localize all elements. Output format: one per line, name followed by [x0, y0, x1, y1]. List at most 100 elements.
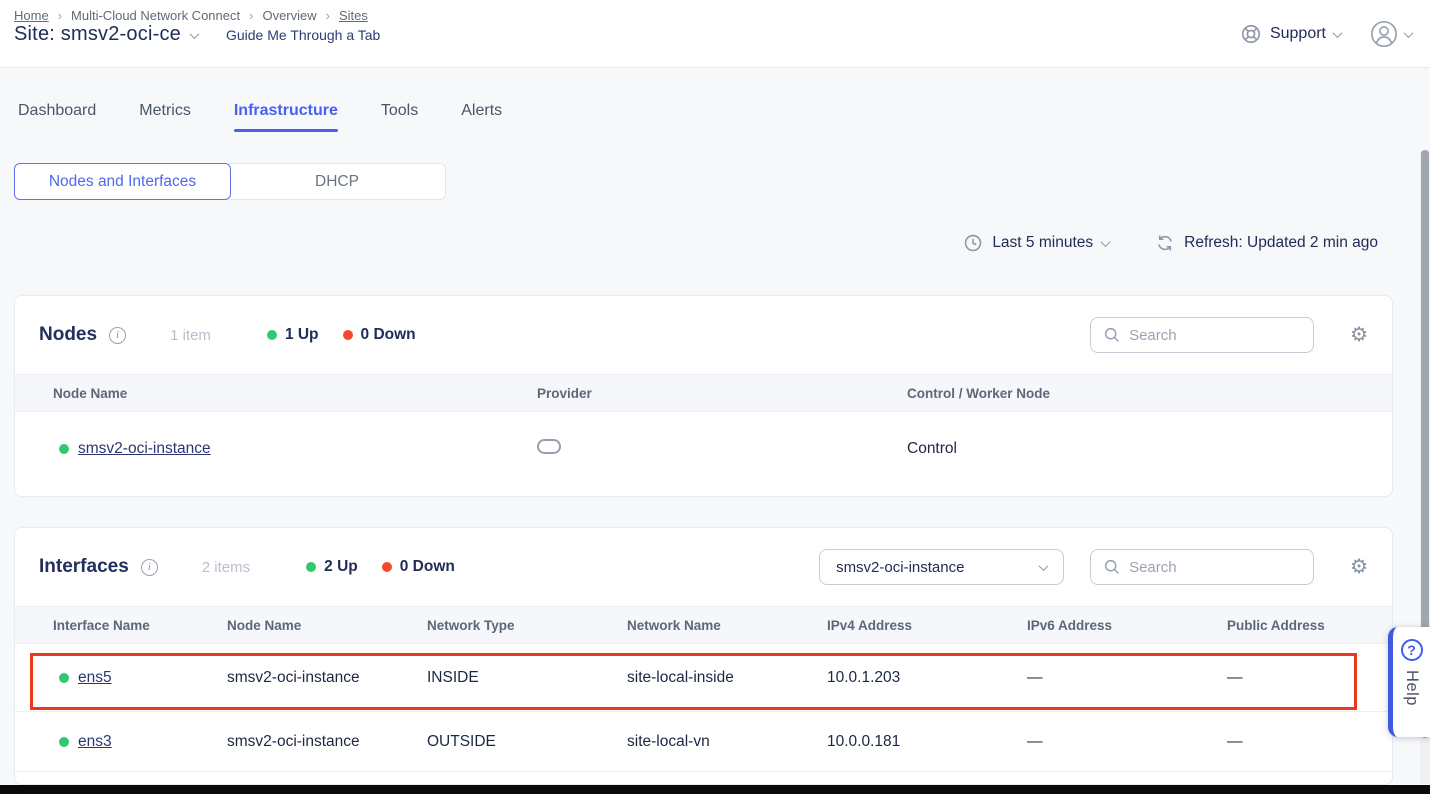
- refresh-control[interactable]: Refresh: Updated 2 min ago: [1155, 233, 1378, 253]
- interfaces-item-count: 2 items: [202, 559, 250, 576]
- search-icon: [1103, 558, 1121, 576]
- column-ipv6[interactable]: IPv6 Address: [1027, 618, 1227, 633]
- cell-ipv6: —: [1027, 669, 1227, 687]
- subtab-dhcp[interactable]: DHCP: [229, 163, 446, 200]
- subtab-group: Nodes and Interfaces DHCP: [14, 163, 446, 200]
- interfaces-panel: Interfaces i 2 items 2 Up 0 Down smsv2-o…: [14, 527, 1393, 785]
- chevron-down-icon: [1102, 234, 1109, 252]
- interfaces-down-count: 0 Down: [382, 558, 455, 576]
- node-status-dot: [59, 444, 69, 454]
- up-status-dot: [267, 330, 277, 340]
- nodes-down-count: 0 Down: [343, 326, 416, 344]
- time-range-value: Last 5 minutes: [992, 234, 1093, 252]
- column-ipv4[interactable]: IPv4 Address: [827, 618, 1027, 633]
- nodes-search-box: [1090, 317, 1314, 353]
- divider: [15, 771, 1392, 772]
- breadcrumb-sites[interactable]: Sites: [339, 8, 368, 23]
- nodes-search-input[interactable]: [1129, 327, 1301, 344]
- column-network-type[interactable]: Network Type: [427, 618, 627, 633]
- column-provider[interactable]: Provider: [537, 386, 907, 401]
- nodes-item-count: 1 item: [170, 327, 211, 344]
- interfaces-search-input[interactable]: [1129, 559, 1301, 576]
- help-label: Help: [1402, 670, 1421, 706]
- down-status-dot: [382, 562, 392, 572]
- tab-tools[interactable]: Tools: [381, 102, 418, 132]
- node-selector-dropdown[interactable]: smsv2-oci-instance: [819, 549, 1064, 585]
- refresh-status: Refresh: Updated 2 min ago: [1184, 234, 1378, 252]
- breadcrumb-separator: ›: [249, 8, 253, 23]
- table-row: ens3 smsv2-oci-instance OUTSIDE site-loc…: [15, 711, 1392, 771]
- app-header: Home › Multi-Cloud Network Connect › Ove…: [0, 0, 1430, 68]
- help-tab[interactable]: ? Help: [1388, 627, 1430, 737]
- cell-ipv6: —: [1027, 733, 1227, 751]
- interface-name-link[interactable]: ens5: [78, 669, 112, 687]
- node-role: Control: [907, 440, 1392, 458]
- node-name-link[interactable]: smsv2-oci-instance: [78, 440, 211, 458]
- column-network-name[interactable]: Network Name: [627, 618, 827, 633]
- table-row: ens5 smsv2-oci-instance INSIDE site-loca…: [15, 644, 1392, 711]
- up-status-dot: [306, 562, 316, 572]
- clock-icon: [963, 233, 983, 253]
- chevron-down-icon: [1334, 25, 1341, 43]
- time-toolbar: Last 5 minutes Refresh: Updated 2 min ag…: [963, 233, 1378, 253]
- interface-status-dot: [59, 673, 69, 683]
- down-status-dot: [343, 330, 353, 340]
- column-public-address[interactable]: Public Address: [1227, 618, 1392, 633]
- breadcrumb-overview[interactable]: Overview: [262, 8, 316, 23]
- refresh-icon: [1155, 233, 1175, 253]
- support-label: Support: [1270, 25, 1326, 43]
- oracle-cloud-provider-icon: [537, 439, 561, 454]
- nodes-up-count: 1 Up: [267, 326, 319, 344]
- interfaces-up-count: 2 Up: [306, 558, 358, 576]
- interface-name-link[interactable]: ens3: [78, 733, 112, 751]
- node-selector-value: smsv2-oci-instance: [836, 559, 964, 576]
- interfaces-search-box: [1090, 549, 1314, 585]
- tab-infrastructure[interactable]: Infrastructure: [234, 102, 338, 132]
- cell-public-address: —: [1227, 733, 1392, 751]
- cell-network-name: site-local-vn: [627, 733, 827, 751]
- interface-status-dot: [59, 737, 69, 747]
- site-switcher-chevron-icon[interactable]: [191, 26, 198, 44]
- tab-metrics[interactable]: Metrics: [139, 102, 191, 132]
- interfaces-table-header: Interface Name Node Name Network Type Ne…: [15, 606, 1392, 644]
- nodes-panel-title: Nodes: [39, 324, 97, 346]
- gear-icon[interactable]: ⚙: [1350, 557, 1368, 577]
- help-question-icon: ?: [1401, 639, 1423, 661]
- user-menu[interactable]: [1369, 19, 1412, 49]
- cell-ipv4: 10.0.1.203: [827, 669, 1027, 687]
- page-title: Site: smsv2-oci-ce: [14, 23, 181, 46]
- info-icon[interactable]: i: [109, 327, 126, 344]
- cell-network-name: site-local-inside: [627, 669, 827, 687]
- breadcrumb-home[interactable]: Home: [14, 8, 49, 23]
- column-control-worker[interactable]: Control / Worker Node: [907, 386, 1392, 401]
- interfaces-panel-title: Interfaces: [39, 556, 129, 578]
- tab-navigation: Dashboard Metrics Infrastructure Tools A…: [18, 102, 502, 132]
- support-menu[interactable]: Support: [1240, 23, 1341, 45]
- tab-dashboard[interactable]: Dashboard: [18, 102, 96, 132]
- cell-node: smsv2-oci-instance: [227, 733, 427, 751]
- time-range-selector[interactable]: Last 5 minutes: [963, 233, 1109, 253]
- lifebuoy-icon: [1240, 23, 1262, 45]
- table-row: smsv2-oci-instance Control: [15, 412, 1392, 485]
- tab-alerts[interactable]: Alerts: [461, 102, 502, 132]
- nodes-table-header: Node Name Provider Control / Worker Node: [15, 374, 1392, 412]
- cell-network-type: INSIDE: [427, 669, 627, 687]
- guide-me-link[interactable]: Guide Me Through a Tab: [226, 27, 380, 43]
- info-icon[interactable]: i: [141, 559, 158, 576]
- chevron-down-icon: [1039, 561, 1049, 571]
- cell-public-address: —: [1227, 669, 1392, 687]
- cell-ipv4: 10.0.0.181: [827, 733, 1027, 751]
- chevron-down-icon: [1405, 25, 1412, 43]
- gear-icon[interactable]: ⚙: [1350, 325, 1368, 345]
- cell-node: smsv2-oci-instance: [227, 669, 427, 687]
- column-node-name[interactable]: Node Name: [227, 618, 427, 633]
- breadcrumb-mcn[interactable]: Multi-Cloud Network Connect: [71, 8, 240, 23]
- nodes-panel: Nodes i 1 item 1 Up 0 Down ⚙ Node Name P…: [14, 295, 1393, 497]
- search-icon: [1103, 326, 1121, 344]
- column-node-name[interactable]: Node Name: [53, 386, 537, 401]
- window-edge: [0, 785, 1430, 794]
- column-interface-name[interactable]: Interface Name: [53, 618, 227, 633]
- user-avatar-icon: [1369, 19, 1399, 49]
- subtab-nodes-and-interfaces[interactable]: Nodes and Interfaces: [14, 163, 231, 200]
- breadcrumb: Home › Multi-Cloud Network Connect › Ove…: [14, 8, 368, 23]
